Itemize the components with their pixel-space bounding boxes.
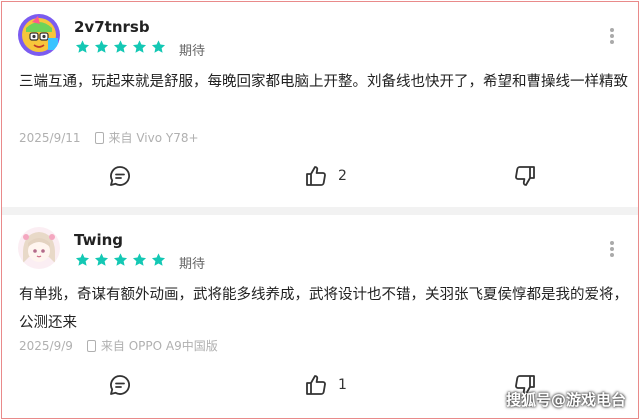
rating-tag: 期待: [179, 44, 206, 59]
star-icon: [150, 39, 167, 55]
review-card: 2v7tnrsb 期待 三端互通，玩起来就是舒服，每晚回家都电脑上开整。刘备线也…: [2, 2, 638, 207]
review-date: 2025/9/9: [19, 338, 73, 353]
username[interactable]: 2v7tnrsb: [74, 18, 150, 36]
watermark: 搜狐号@游戏电台: [505, 391, 626, 409]
thumbs-down-icon: [515, 166, 535, 186]
star-icon: [150, 252, 167, 268]
review-meta: 2025/9/9 来自 OPPO A9中国版: [19, 337, 218, 354]
like-button[interactable]: 1: [304, 370, 347, 400]
more-vertical-icon[interactable]: [608, 28, 616, 46]
star-icon: [112, 39, 129, 55]
review-actions: 2: [2, 161, 638, 191]
device-info: 来自 Vivo Y78+: [94, 129, 199, 146]
star-icon: [131, 39, 148, 55]
avatar[interactable]: [18, 227, 60, 269]
comment-icon: [110, 166, 130, 186]
star-icon: [74, 252, 91, 268]
review-meta: 2025/9/11 来自 Vivo Y78+: [19, 129, 199, 146]
like-count: 2: [338, 168, 347, 184]
thumbs-up-icon: [306, 166, 326, 186]
star-icon: [93, 252, 110, 268]
star-icon: [131, 252, 148, 268]
comment-button[interactable]: [108, 161, 132, 191]
star-rating: [74, 252, 169, 268]
thumbs-up-icon: [306, 375, 326, 395]
review-date: 2025/9/11: [19, 130, 81, 145]
comment-button[interactable]: [108, 370, 132, 400]
star-rating: [74, 39, 169, 55]
review-text: 有单挑，奇谋有额外动画，武将能多线养成，武将设计也不错，关羽张飞夏侯惇都是我的爱…: [19, 287, 628, 331]
like-count: 1: [338, 377, 347, 393]
avatar[interactable]: [18, 14, 60, 56]
device-info: 来自 OPPO A9中国版: [86, 337, 218, 354]
more-vertical-icon[interactable]: [608, 241, 616, 259]
like-button[interactable]: 2: [304, 161, 347, 191]
phone-icon: [86, 339, 96, 352]
comment-icon: [110, 375, 130, 395]
star-icon: [74, 39, 91, 55]
reviews-panel: 2v7tnrsb 期待 三端互通，玩起来就是舒服，每晚回家都电脑上开整。刘备线也…: [1, 1, 639, 419]
star-icon: [93, 39, 110, 55]
divider: [2, 207, 638, 215]
dislike-button[interactable]: [513, 161, 537, 191]
device-label: 来自 Vivo Y78+: [108, 131, 199, 145]
phone-icon: [94, 131, 104, 144]
star-icon: [112, 252, 129, 268]
username[interactable]: Twing: [74, 231, 123, 249]
device-label: 来自 OPPO A9中国版: [100, 339, 218, 353]
review-text: 三端互通，玩起来就是舒服，每晚回家都电脑上开整。刘备线也快开了，希望和曹操线一样…: [19, 74, 628, 90]
rating-tag: 期待: [179, 257, 206, 272]
